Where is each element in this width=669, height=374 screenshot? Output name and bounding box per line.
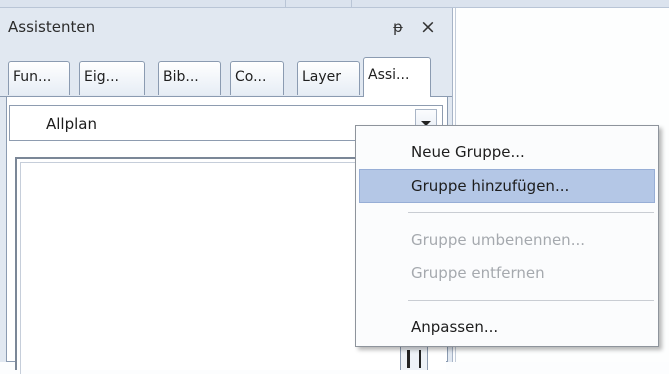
top-separator xyxy=(351,0,352,8)
tab-properties[interactable]: Eig... xyxy=(79,61,145,95)
group-dropdown-value: Allplan xyxy=(46,115,97,133)
menu-item-rename-group: Gruppe umbenennen... xyxy=(411,231,585,249)
palette-titlebar: Assistenten ᵽ × xyxy=(0,8,452,48)
menu-item-customize[interactable]: Anpassen... xyxy=(359,310,655,344)
palette-title: Assistenten xyxy=(8,18,96,36)
close-icon[interactable]: × xyxy=(417,16,439,38)
top-separator xyxy=(285,0,286,8)
top-strip xyxy=(0,0,669,8)
pin-icon[interactable]: ᵽ xyxy=(388,17,408,37)
tab-layer[interactable]: Layer xyxy=(297,61,360,95)
context-menu: Neue Gruppe... Gruppe hinzufügen... Grup… xyxy=(355,125,659,347)
side-tab-icon xyxy=(407,350,421,368)
tab-assistants[interactable]: Assi... xyxy=(363,57,431,97)
menu-item-new-group[interactable]: Neue Gruppe... xyxy=(359,135,655,169)
menu-separator xyxy=(408,212,654,213)
menu-separator xyxy=(408,300,654,301)
tab-library[interactable]: Bib... xyxy=(158,61,221,95)
tab-connect[interactable]: Co... xyxy=(230,61,284,95)
menu-item-add-group[interactable]: Gruppe hinzufügen... xyxy=(359,169,655,203)
menu-item-remove-group: Gruppe entfernen xyxy=(411,264,545,282)
tab-functions[interactable]: Fun... xyxy=(8,61,70,95)
